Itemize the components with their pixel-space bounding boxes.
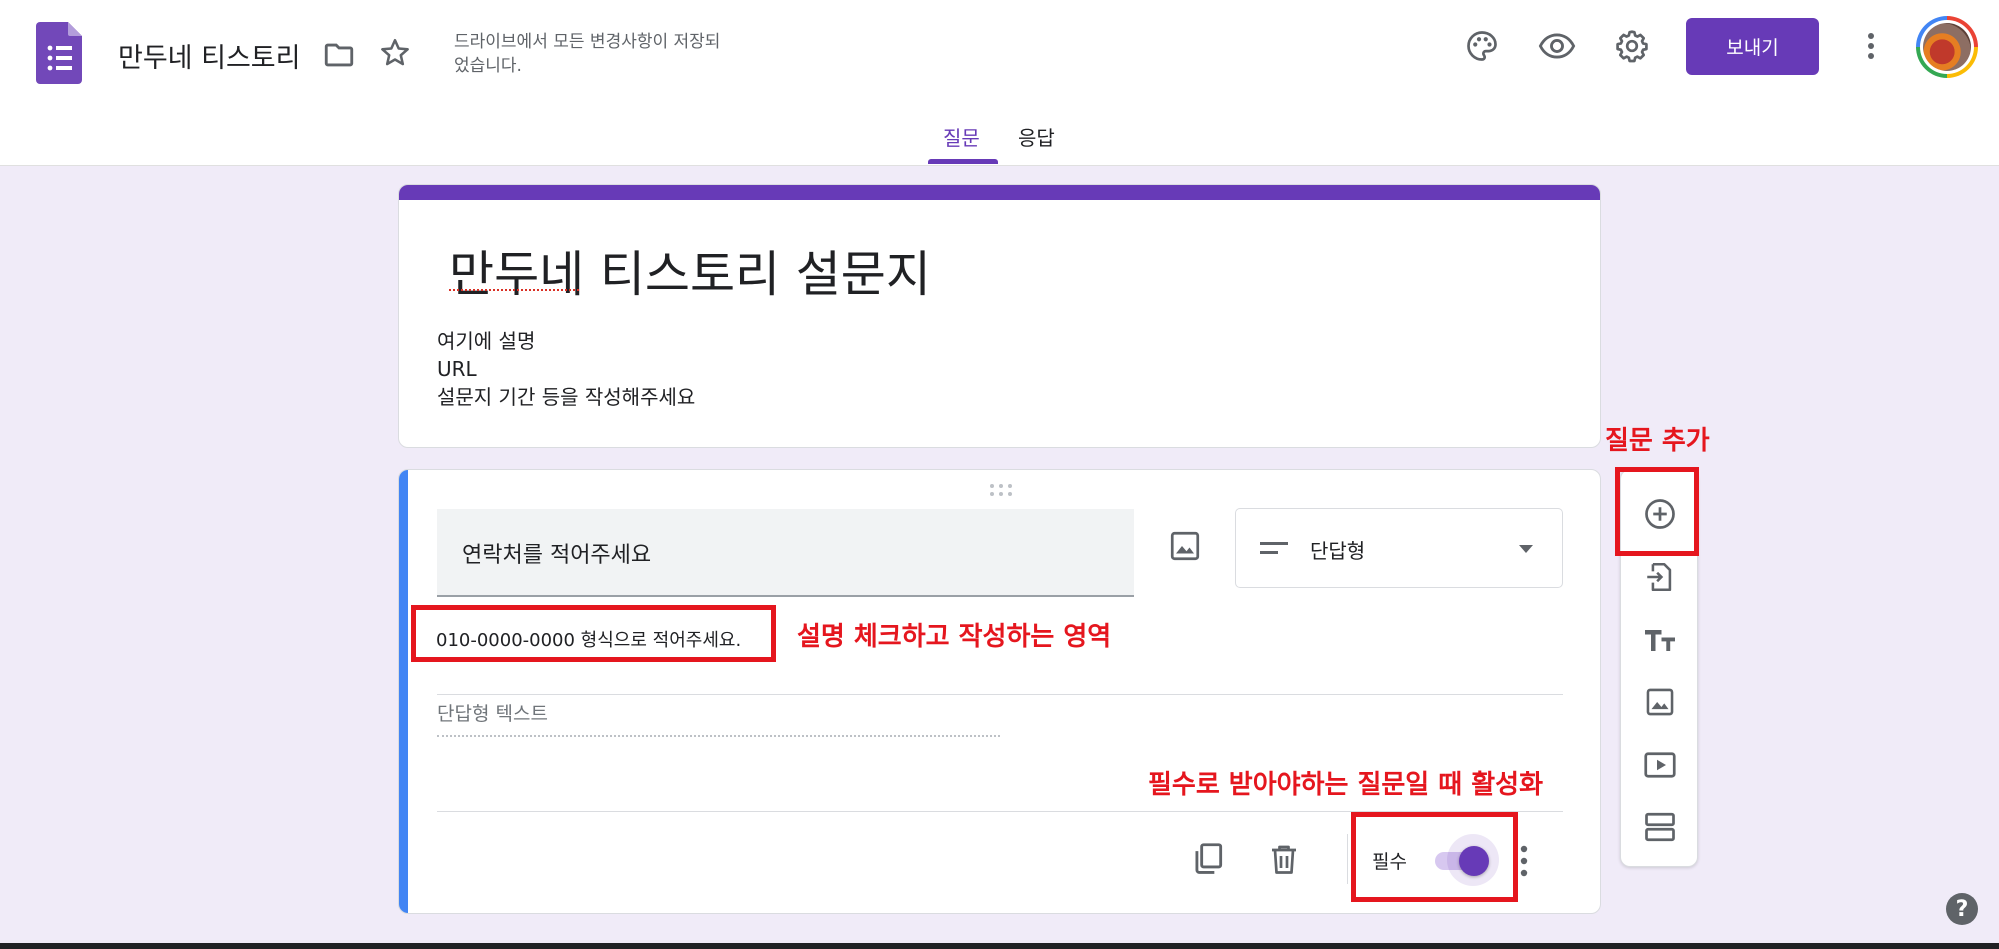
bottom-edge-strip xyxy=(0,943,1999,949)
document-title[interactable]: 만두네 티스토리 xyxy=(118,36,300,75)
question-title-text: 연락처를 적어주세요 xyxy=(462,543,652,568)
question-type-label: 단답형 xyxy=(1310,539,1366,563)
add-title-icon[interactable] xyxy=(1640,619,1680,659)
avatar-image xyxy=(1923,23,1971,71)
footer-vertical-divider xyxy=(1347,834,1348,884)
short-answer-underline xyxy=(437,735,1000,737)
tab-responses[interactable]: 응답 xyxy=(1018,122,1055,151)
avatar-ring xyxy=(1920,20,1974,74)
annotation-add-question: 질문 추가 xyxy=(1605,426,1710,456)
form-title[interactable]: 만두네 티스토리 설문지 xyxy=(449,235,931,306)
import-questions-icon[interactable] xyxy=(1640,557,1680,597)
active-tab-indicator xyxy=(928,159,998,164)
form-description[interactable]: 여기에 설명 URL 설문지 기간 등을 작성해주세요 xyxy=(437,327,695,411)
spellcheck-underline xyxy=(449,288,579,291)
add-image-icon[interactable] xyxy=(1640,682,1680,722)
title-card-accent xyxy=(399,185,1600,200)
question-title-input[interactable]: 연락처를 적어주세요 xyxy=(437,509,1134,597)
delete-trash-icon[interactable] xyxy=(1266,840,1302,878)
annotation-description-area: 설명 체크하고 작성하는 영역 xyxy=(797,622,1112,652)
add-section-icon[interactable] xyxy=(1640,807,1680,847)
tab-questions[interactable]: 질문 xyxy=(943,122,980,151)
short-answer-icon xyxy=(1260,542,1288,554)
star-icon[interactable] xyxy=(378,36,412,70)
more-vert-icon[interactable] xyxy=(1851,26,1891,66)
form-description-line: 설문지 기간 등을 작성해주세요 xyxy=(437,385,696,409)
annotation-required-toggle: 필수로 받아야하는 질문일 때 활성화 xyxy=(1148,770,1544,800)
send-button[interactable]: 보내기 xyxy=(1686,18,1819,75)
annotation-box-add-question xyxy=(1615,467,1699,556)
settings-gear-icon[interactable] xyxy=(1612,26,1652,66)
form-title-card[interactable]: 만두네 티스토리 설문지 여기에 설명 URL 설문지 기간 등을 작성해주세요 xyxy=(398,184,1601,448)
question-active-accent xyxy=(399,470,408,913)
duplicate-icon[interactable] xyxy=(1189,840,1227,878)
add-video-icon[interactable] xyxy=(1640,745,1680,785)
palette-icon[interactable] xyxy=(1462,26,1502,66)
save-status-text: 드라이브에서 모든 변경사항이 저장되었습니다. xyxy=(454,32,721,76)
preview-eye-icon[interactable] xyxy=(1537,26,1577,66)
form-description-line: URL xyxy=(437,357,477,381)
short-answer-placeholder: 단답형 텍스트 xyxy=(437,703,548,725)
folder-icon[interactable] xyxy=(322,38,356,72)
google-forms-logo-icon[interactable] xyxy=(36,22,82,84)
add-image-icon[interactable] xyxy=(1167,528,1203,564)
form-description-line: 여기에 설명 xyxy=(437,329,536,353)
top-app-bar: 만두네 티스토리 드라이브에서 모든 변경사항이 저장되었습니다. 보내기 질문… xyxy=(0,0,1999,166)
question-more-options-icon[interactable] xyxy=(1519,844,1529,878)
chevron-down-icon xyxy=(1519,545,1533,553)
help-icon[interactable]: ? xyxy=(1946,893,1978,925)
annotation-box-required xyxy=(1351,812,1518,902)
question-type-dropdown[interactable]: 단답형 xyxy=(1235,508,1563,588)
account-avatar[interactable] xyxy=(1916,16,1978,78)
annotation-box-description xyxy=(411,605,776,662)
drag-handle-icon[interactable] xyxy=(988,482,1014,498)
